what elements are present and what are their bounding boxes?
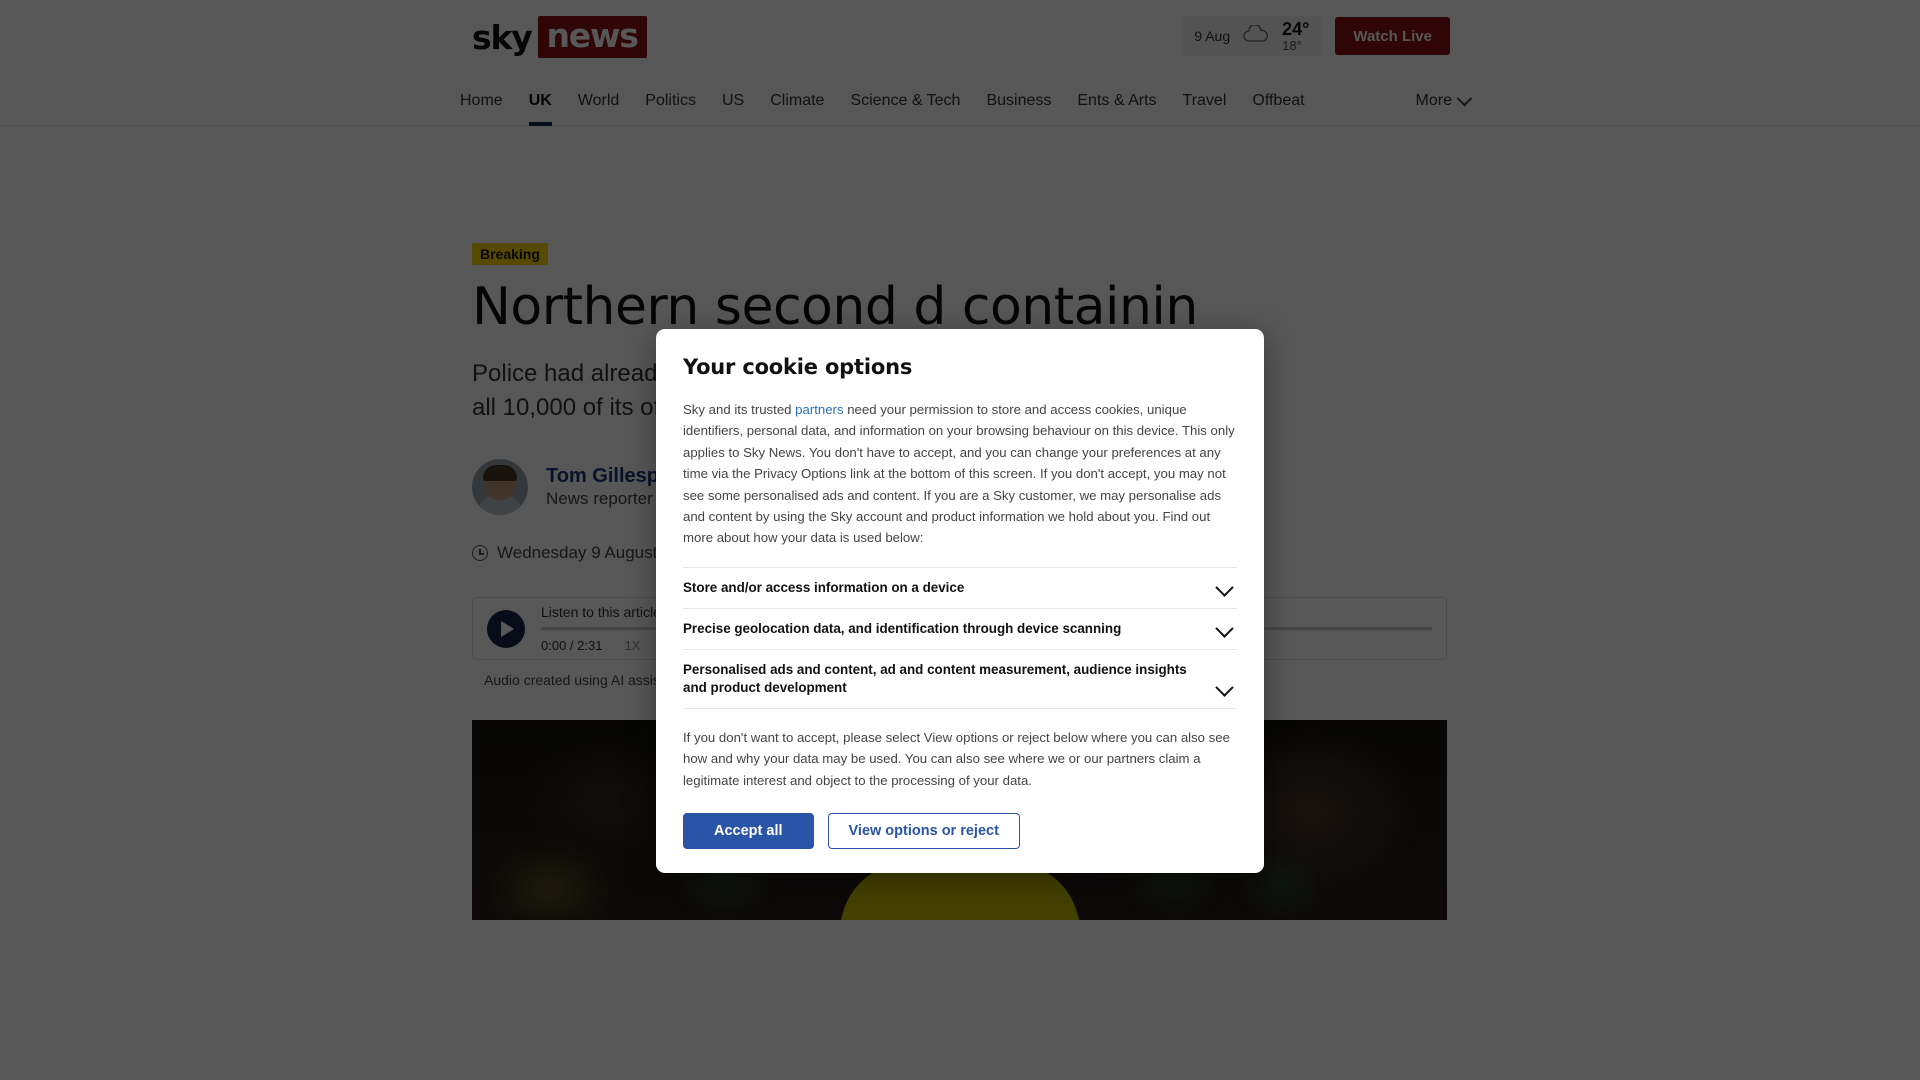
accordion-row[interactable]: Store and/or access information on a dev… bbox=[683, 568, 1237, 609]
dialog-outro-paragraph: If you don't want to accept, please sele… bbox=[683, 730, 1230, 788]
accordion-label: Personalised ads and content, ad and con… bbox=[683, 661, 1187, 695]
cookie-options-dialog: Your cookie options Sky and its trusted … bbox=[656, 329, 1264, 874]
chevron-down-icon[interactable] bbox=[1215, 619, 1234, 638]
view-options-or-reject-button[interactable]: View options or reject bbox=[827, 813, 1020, 850]
cookie-dialog-overlay: Your cookie options Sky and its trusted … bbox=[0, 0, 1920, 1080]
accordion-row[interactable]: Precise geolocation data, and identifica… bbox=[683, 609, 1237, 650]
intro-text-after-link: need your permission to store and access… bbox=[683, 402, 1235, 546]
chevron-down-icon[interactable] bbox=[1215, 578, 1234, 597]
intro-text-before-link: Sky and its trusted bbox=[683, 402, 796, 417]
purposes-accordion: Store and/or access information on a dev… bbox=[683, 566, 1237, 709]
partners-link[interactable]: partners bbox=[795, 402, 843, 417]
accordion-label: Precise geolocation data, and identifica… bbox=[683, 620, 1122, 636]
dialog-intro-paragraph: Sky and its trusted partners need your p… bbox=[683, 399, 1237, 549]
dialog-title: Your cookie options bbox=[683, 355, 913, 379]
accept-all-button[interactable]: Accept all bbox=[683, 813, 814, 850]
accordion-row[interactable]: Personalised ads and content, ad and con… bbox=[683, 650, 1237, 709]
dialog-actions: Accept all View options or reject bbox=[683, 813, 1237, 850]
accordion-label: Store and/or access information on a dev… bbox=[683, 579, 965, 595]
chevron-down-icon[interactable] bbox=[1215, 678, 1234, 697]
